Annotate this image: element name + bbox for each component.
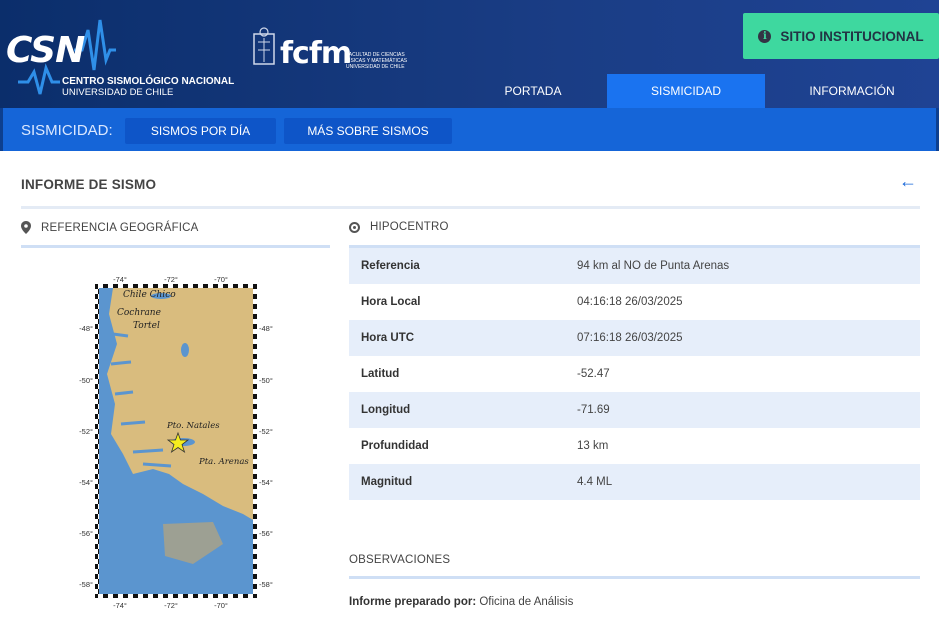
sismos-por-dia-button[interactable]: SISMOS POR DÍA bbox=[125, 118, 276, 144]
sub-navigation-bar: SISMICIDAD: SISMOS POR DÍA MÁS SOBRE SIS… bbox=[0, 108, 939, 151]
table-row: Latitud -52.47 bbox=[349, 356, 920, 392]
map-tick-label: -48° bbox=[259, 324, 273, 333]
fcfm-logo[interactable]: fcfm FACULTAD DE CIENCIAS FÍSICAS Y MATE… bbox=[250, 26, 410, 76]
row-value: 94 km al NO de Punta Arenas bbox=[565, 248, 920, 284]
table-row: Magnitud 4.4 ML bbox=[349, 464, 920, 500]
fcfm-logo-text: fcfm bbox=[280, 36, 352, 71]
page-title: INFORME DE SISMO bbox=[21, 177, 157, 192]
map-tick-label: -56° bbox=[79, 529, 93, 538]
map-tick-label: -52° bbox=[259, 427, 273, 436]
table-row: Referencia 94 km al NO de Punta Arenas bbox=[349, 248, 920, 284]
row-value: 13 km bbox=[577, 440, 609, 452]
map-tick-label: -50° bbox=[79, 376, 93, 385]
map-tick-label: -50° bbox=[259, 376, 273, 385]
map-tick-label: -72° bbox=[164, 601, 178, 610]
table-row: Hora UTC 07:16:18 26/03/2025 bbox=[349, 320, 920, 356]
university-seal-icon bbox=[253, 27, 275, 65]
sitio-institucional-label: SITIO INSTITUCIONAL bbox=[780, 28, 924, 44]
csn-logo[interactable]: CSN CENTRO SISMOLÓGICO NACIONAL UNIVERSI… bbox=[4, 10, 234, 100]
map-tick-label: -70° bbox=[214, 275, 228, 284]
place-label: Tortel bbox=[133, 321, 160, 331]
target-icon bbox=[349, 221, 360, 233]
map-tick-label: -54° bbox=[79, 478, 93, 487]
row-key: Profundidad bbox=[361, 440, 429, 452]
info-icon: i bbox=[758, 29, 772, 43]
hipo-section-title: HIPOCENTRO bbox=[370, 221, 449, 233]
site-header: CSN CENTRO SISMOLÓGICO NACIONAL UNIVERSI… bbox=[0, 0, 939, 108]
table-row: Profundidad 13 km bbox=[349, 428, 920, 464]
main-content: INFORME DE SISMO ← REFERENCIA GEOGRÁFICA… bbox=[3, 151, 939, 627]
row-value: 04:16:18 26/03/2025 bbox=[577, 296, 683, 308]
obs-value: Oficina de Análisis bbox=[479, 596, 574, 608]
observaciones-divider bbox=[349, 576, 920, 579]
csn-logo-text: CSN bbox=[6, 30, 85, 71]
place-label: Cochrane bbox=[117, 308, 161, 318]
tab-informacion[interactable]: INFORMACIÓN bbox=[765, 74, 939, 108]
map-tick-label: -54° bbox=[259, 478, 273, 487]
place-label: Chile Chico bbox=[123, 290, 176, 300]
row-value: 4.4 ML bbox=[565, 464, 920, 500]
row-value: -52.47 bbox=[577, 368, 610, 380]
map-tick-label: -74° bbox=[113, 601, 127, 610]
map-tick-label: -74° bbox=[113, 275, 127, 284]
place-label: Pto. Natales bbox=[166, 421, 220, 431]
epicenter-map[interactable]: Chile Chico Cochrane Tortel Pto. Natales… bbox=[73, 274, 273, 612]
geo-section-title: REFERENCIA GEOGRÁFICA bbox=[41, 221, 199, 234]
table-row: Hora Local 04:16:18 26/03/2025 bbox=[349, 284, 920, 320]
map-tick-label: -52° bbox=[79, 427, 93, 436]
row-key: Hora UTC bbox=[349, 320, 565, 356]
row-value: -71.69 bbox=[565, 392, 920, 428]
hipocentro-table: Referencia 94 km al NO de Punta Arenas Hor… bbox=[349, 248, 920, 500]
mas-sobre-sismos-button[interactable]: MÁS SOBRE SISMOS bbox=[284, 118, 452, 144]
map-tick-label: -48° bbox=[79, 324, 93, 333]
observaciones-title: OBSERVACIONES bbox=[349, 554, 451, 566]
tab-portada[interactable]: PORTADA bbox=[459, 74, 607, 108]
csn-logo-university: UNIVERSIDAD DE CHILE bbox=[62, 87, 174, 98]
place-label: Pta. Arenas bbox=[198, 457, 249, 467]
observaciones-text: Informe preparado por: Oficina de Anális… bbox=[349, 596, 573, 608]
table-row: Longitud -71.69 bbox=[349, 392, 920, 428]
title-divider bbox=[21, 206, 920, 209]
obs-label: Informe preparado por: bbox=[349, 596, 477, 608]
map-tick-label: -72° bbox=[164, 275, 178, 284]
map-tick-label: -70° bbox=[214, 601, 228, 610]
hipo-section-header: HIPOCENTRO bbox=[349, 221, 449, 233]
row-key: Referencia bbox=[349, 248, 565, 284]
row-key: Latitud bbox=[361, 368, 400, 380]
map-tick-label: -58° bbox=[259, 580, 273, 589]
row-value: 07:16:18 26/03/2025 bbox=[565, 320, 920, 356]
row-key: Magnitud bbox=[349, 464, 565, 500]
tab-sismicidad[interactable]: SISMICIDAD bbox=[607, 74, 765, 108]
fcfm-logo-caption: FACULTAD DE CIENCIAS FÍSICAS Y MATEMÁTIC… bbox=[346, 52, 408, 70]
back-arrow-icon[interactable]: ← bbox=[899, 171, 917, 192]
main-nav: PORTADA SISMICIDAD INFORMACIÓN bbox=[459, 74, 939, 108]
subbar-label: SISMICIDAD: bbox=[21, 122, 113, 139]
geo-section-header: REFERENCIA GEOGRÁFICA bbox=[21, 221, 199, 234]
sitio-institucional-button[interactable]: i SITIO INSTITUCIONAL bbox=[743, 13, 939, 59]
geo-section-divider bbox=[21, 245, 330, 248]
epicenter-map-svg: Chile Chico Cochrane Tortel Pto. Natales… bbox=[79, 275, 273, 610]
row-key: Hora Local bbox=[361, 296, 421, 308]
csn-logo-subtitle: CENTRO SISMOLÓGICO NACIONAL bbox=[62, 76, 235, 87]
map-tick-label: -56° bbox=[259, 529, 273, 538]
row-key: Longitud bbox=[349, 392, 565, 428]
map-pin-icon bbox=[21, 221, 31, 234]
map-tick-label: -58° bbox=[79, 580, 93, 589]
